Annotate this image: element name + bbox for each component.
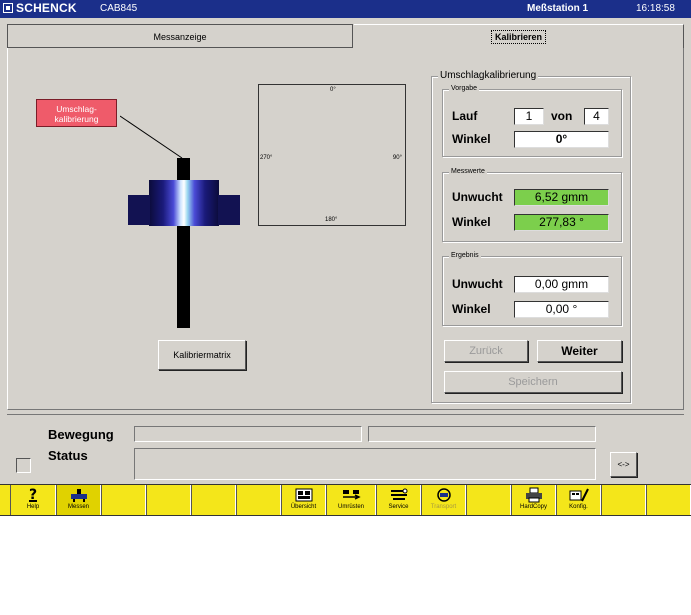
help-icon: ?: [29, 487, 37, 503]
tab-kalibrieren[interactable]: Kalibrieren: [354, 24, 684, 48]
angle-270-label: 270°: [260, 155, 273, 161]
konfig-button[interactable]: Konfig.: [556, 485, 601, 515]
title-bar: SCHENCK CAB845 Meßstation 1 16:18:58: [0, 0, 691, 18]
tab-messanzeige[interactable]: Messanzeige: [7, 24, 353, 48]
help-label: Help: [26, 504, 40, 510]
expand-arrow-button[interactable]: <->: [610, 452, 637, 477]
balancing-ring: [149, 180, 219, 226]
help-button[interactable]: ? Help: [10, 485, 56, 515]
bewegung-bar-1: [134, 426, 362, 442]
rotor-diagram: [120, 115, 240, 328]
config-icon: [569, 488, 589, 502]
toolbar-empty-slot: [466, 485, 511, 515]
erg-unwucht-label: Unwucht: [452, 277, 503, 291]
group-title: Messwerte: [449, 168, 487, 175]
von-field[interactable]: 4: [584, 108, 609, 125]
angle-90-label: 90°: [392, 155, 402, 161]
status-checkbox[interactable]: [16, 458, 31, 473]
machine-model: CAB845: [100, 3, 138, 14]
tab-label: Kalibrieren: [490, 30, 547, 44]
brand-name: SCHENCK: [16, 1, 77, 15]
lauf-label: Lauf: [452, 109, 478, 123]
app-window: SCHENCK CAB845 Meßstation 1 16:18:58 Mes…: [0, 0, 691, 514]
angle-graph: 0° 90° 180° 270°: [258, 84, 406, 226]
toolbar-empty-slot: [646, 485, 691, 515]
toolbar-empty-slot: [101, 485, 146, 515]
status-field: [134, 448, 596, 480]
transport-button[interactable]: Transport: [421, 485, 466, 515]
vorgabe-winkel-field[interactable]: 0°: [514, 131, 609, 148]
group-title: Umschlagkalibrierung: [438, 70, 539, 81]
vorgabe-winkel-label: Winkel: [452, 132, 491, 146]
angle-180-label: 180°: [325, 217, 338, 223]
kalibriermatrix-button[interactable]: Kalibriermatrix: [158, 340, 246, 370]
station-name: Meßstation 1: [527, 3, 589, 14]
toolbar-empty-slot: [146, 485, 191, 515]
clock: 16:18:58: [636, 3, 675, 14]
erg-winkel-label: Winkel: [452, 302, 491, 316]
hardcopy-label: HardCopy: [519, 504, 547, 510]
mess-winkel-label: Winkel: [452, 215, 491, 229]
lauf-field[interactable]: 1: [514, 108, 544, 125]
bewegung-label: Bewegung: [48, 427, 114, 442]
erg-winkel-field: 0,00 °: [514, 301, 609, 318]
status-label: Status: [48, 448, 88, 463]
printer-icon: [525, 487, 542, 503]
messwerte-group: Messwerte: [442, 168, 622, 242]
schenck-logo-icon: [3, 3, 13, 13]
brand-logo: SCHENCK: [3, 1, 77, 15]
flange-left: [128, 195, 150, 225]
service-label: Service: [388, 504, 409, 510]
mess-winkel-field: 277,83 °: [514, 214, 609, 231]
wrench-icon: [390, 488, 407, 500]
flange-right: [218, 195, 240, 225]
von-label: von: [551, 109, 573, 123]
overview-icon: [295, 488, 312, 502]
transport-label: Transport: [430, 504, 457, 510]
uebersicht-label: Übersicht: [290, 504, 317, 510]
mess-unwucht-label: Unwucht: [452, 190, 503, 204]
status-separator: [7, 414, 684, 415]
umruesten-label: Umrüsten: [337, 504, 364, 510]
toolbar-empty-slot: [236, 485, 281, 515]
umruesten-button[interactable]: Umrüsten: [326, 485, 376, 515]
hardcopy-button[interactable]: HardCopy: [511, 485, 556, 515]
erg-unwucht-field: 0,00 gmm: [514, 276, 609, 293]
messen-label: Messen: [67, 504, 89, 510]
angle-0-label: 0°: [330, 87, 336, 93]
transport-icon: [436, 488, 451, 502]
weiter-button[interactable]: Weiter: [537, 340, 622, 362]
toolbar-empty-slot: [191, 485, 236, 515]
uebersicht-button[interactable]: Übersicht: [281, 485, 326, 515]
umruesten-icon: [343, 490, 361, 500]
bewegung-bar-2: [368, 426, 596, 442]
group-title: Ergebnis: [449, 252, 481, 259]
umschlag-tag: Umschlag-kalibrierung: [36, 99, 117, 127]
tab-label: Messanzeige: [153, 32, 207, 42]
shaft-bottom: [177, 226, 190, 328]
speichern-button[interactable]: Speichern: [444, 371, 622, 393]
tag-pointer-line: [120, 115, 183, 159]
toolbar-empty-slot: [601, 485, 646, 515]
group-title: Vorgabe: [449, 85, 480, 92]
zurueck-button[interactable]: Zurück: [444, 340, 528, 362]
mess-unwucht-field: 6,52 gmm: [514, 189, 609, 206]
messen-icon: [70, 489, 87, 502]
shaft-top: [177, 158, 190, 182]
service-button[interactable]: Service: [376, 485, 421, 515]
messen-button[interactable]: Messen: [56, 485, 101, 515]
konfig-label: Konfig.: [569, 504, 588, 510]
